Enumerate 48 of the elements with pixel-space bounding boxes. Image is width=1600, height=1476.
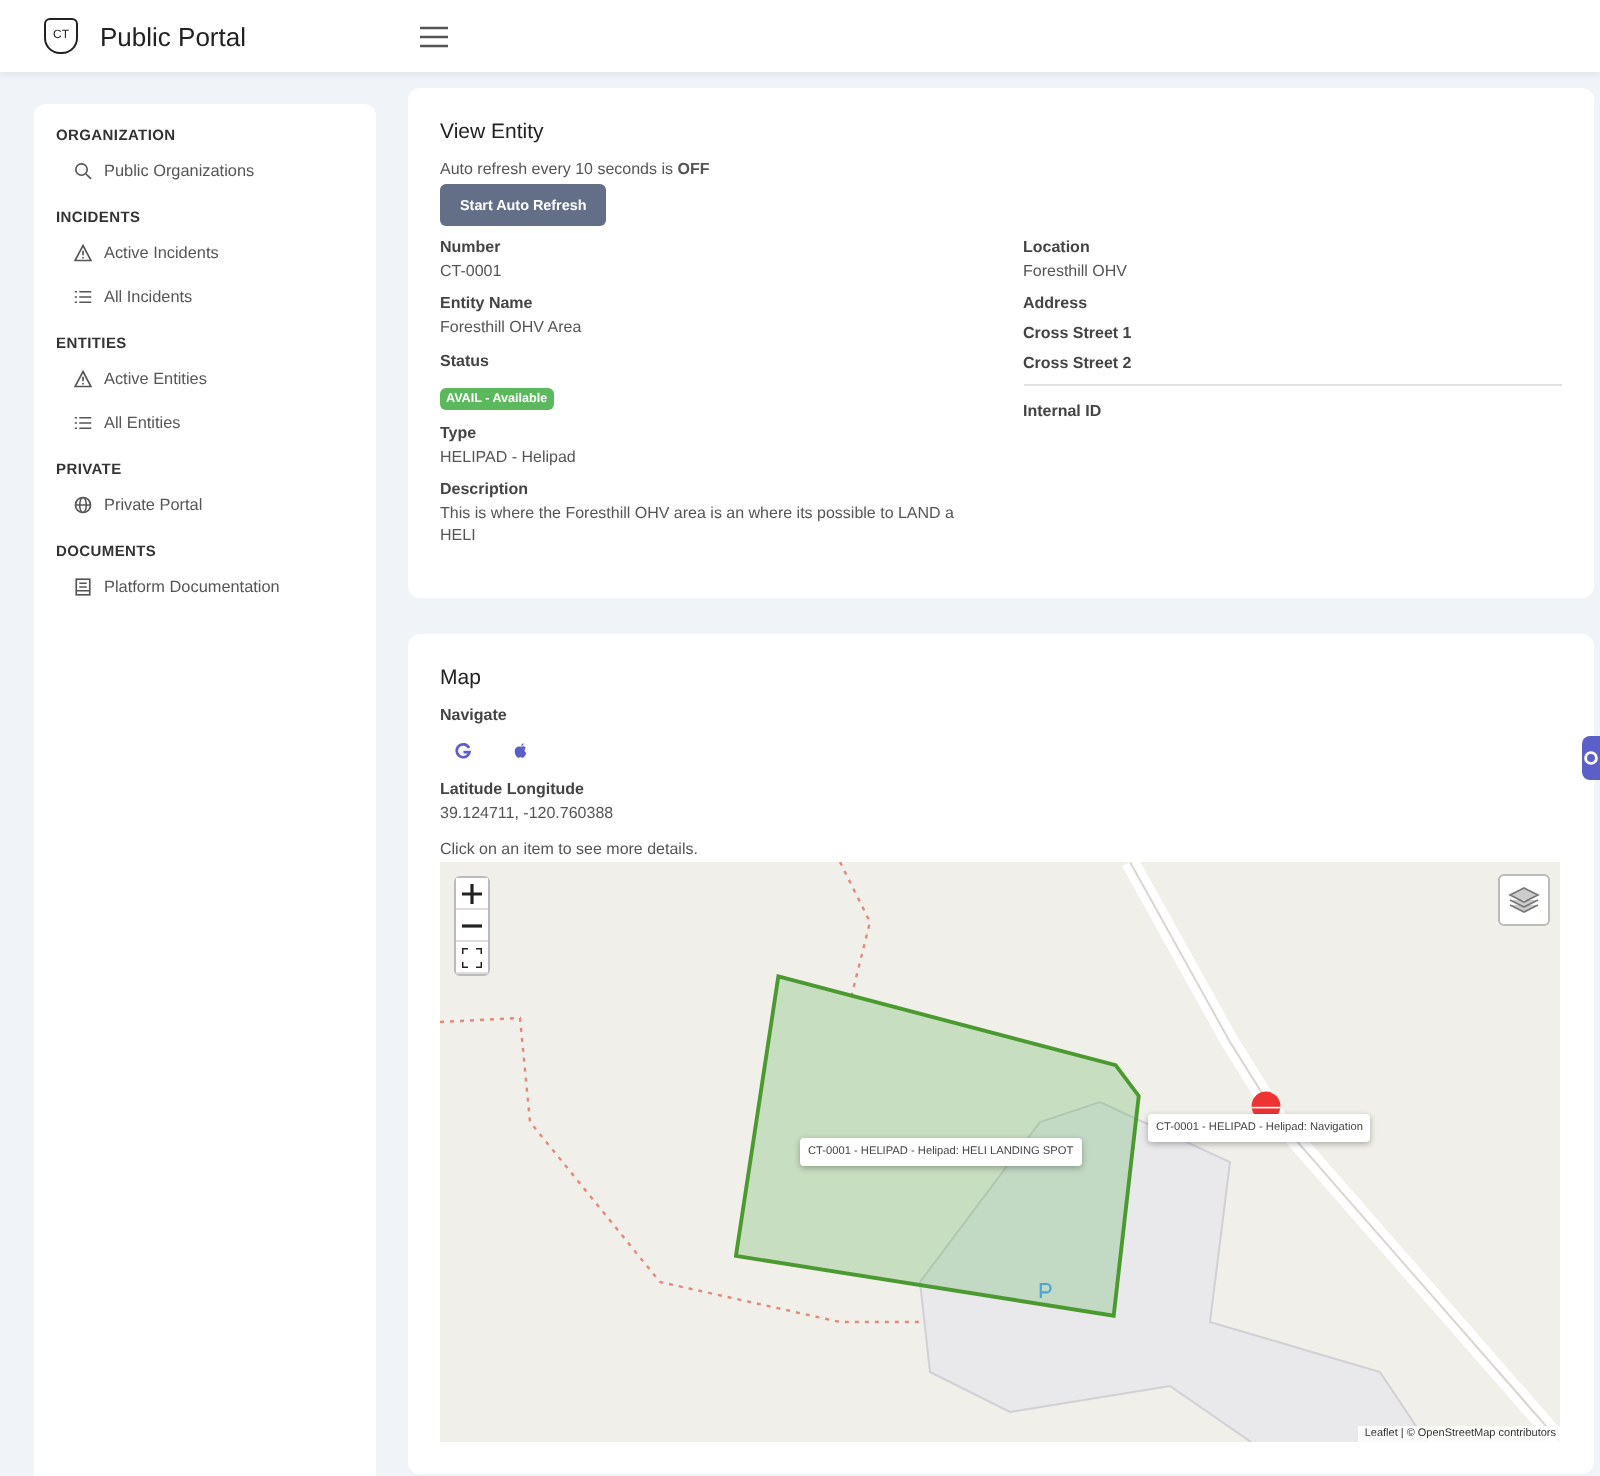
card-title: Map [440, 665, 483, 690]
field-value: CT-0001 [440, 262, 504, 283]
list-icon [74, 414, 92, 432]
card-title: View Entity [440, 120, 546, 144]
sidebar-item[interactable]: Active Entities [56, 366, 376, 410]
coordinates-value: 39.124711, -120.760388 [440, 803, 616, 825]
field-label: Cross Street 1 [1023, 324, 1134, 343]
field-label: Entity Name [440, 294, 535, 313]
sidebar-item[interactable]: Public Organizations [56, 158, 376, 202]
app-title: Public Portal [100, 21, 246, 51]
plus-icon [462, 883, 482, 904]
apple-icon[interactable] [512, 741, 530, 760]
field-label: Description [440, 480, 531, 499]
document-icon [74, 578, 92, 596]
sidebar-item[interactable]: All Entities [56, 410, 376, 454]
field-label: Type [440, 423, 479, 442]
layers-button[interactable] [1498, 874, 1550, 927]
field-label: Status [440, 351, 491, 370]
warning-icon [74, 370, 92, 388]
zoom-in-button[interactable] [456, 878, 488, 911]
refresh-status: Auto refresh every 10 seconds is OFF [440, 160, 712, 178]
side-tab-button[interactable] [1582, 736, 1600, 780]
field-label: Address [1023, 294, 1090, 313]
field-value: Foresthill OHV [1023, 262, 1130, 283]
field-value: This is where the Foresthill OHV area is an where its possible to LAND a HELI [440, 504, 956, 546]
sidebar-item[interactable]: All Incidents [56, 284, 376, 328]
field-label: Internal ID [1023, 402, 1104, 421]
warning-icon [74, 244, 92, 262]
sidebar-item[interactable]: Private Portal [56, 492, 376, 536]
menu-icon[interactable] [420, 25, 448, 47]
field-value: HELIPAD - Helipad [440, 447, 578, 469]
list-icon [74, 288, 92, 306]
field-label: Navigate [440, 705, 509, 724]
field-label: Latitude Longitude [440, 779, 586, 798]
fullscreen-icon [462, 947, 482, 968]
fullscreen-button[interactable] [456, 942, 488, 975]
map-hint: Click on an item to see more details. [440, 840, 700, 859]
sidebar-item[interactable]: Active Incidents [56, 240, 376, 284]
search-icon [74, 162, 92, 180]
field-value: Foresthill OHV Area [440, 318, 584, 340]
sidebar-item[interactable]: Platform Documentation [56, 574, 376, 618]
google-g-icon[interactable] [454, 741, 472, 760]
globe-icon [74, 496, 92, 514]
parking-icon [1038, 1282, 1052, 1301]
layers-icon [1508, 886, 1540, 915]
field-label: Location [1023, 238, 1092, 256]
field-label: Cross Street 2 [1023, 354, 1134, 373]
field-label: Number [440, 238, 503, 256]
